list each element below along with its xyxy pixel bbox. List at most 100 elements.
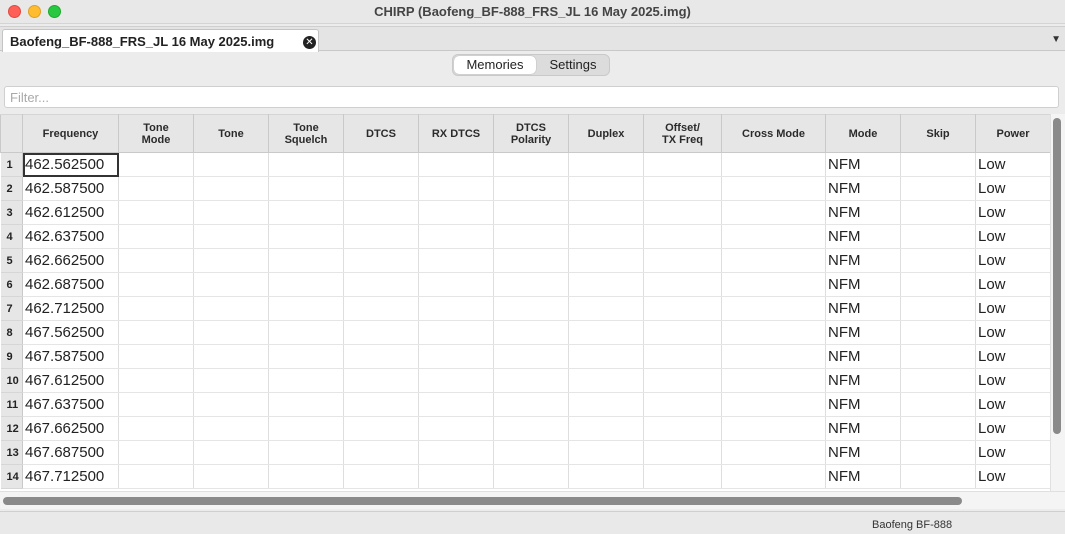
cell-tone-mode[interactable] [118,416,194,441]
cell-tone[interactable] [193,224,269,249]
cell-frequency[interactable]: 462.662500 [22,248,119,273]
cell-tone[interactable] [193,248,269,273]
row-number[interactable]: 1 [0,152,23,177]
cell-dtcs[interactable] [343,344,419,369]
table-row[interactable]: 12 467.662500 NFM Low [0,416,1050,441]
cell-tone[interactable] [193,440,269,465]
cell-mode[interactable]: NFM [825,416,901,441]
cell-tone-mode[interactable] [118,440,194,465]
cell-tone-mode[interactable] [118,176,194,201]
cell-offset[interactable] [643,440,722,465]
cell-dtcs-polarity[interactable] [493,344,569,369]
cell-tone-squelch[interactable] [268,440,344,465]
tab-memories[interactable]: Memories [454,56,536,74]
cell-tone[interactable] [193,464,269,489]
cell-frequency[interactable]: 467.637500 [22,392,119,417]
cell-frequency[interactable]: 462.562500 [22,152,119,177]
cell-skip[interactable] [900,368,976,393]
table-row[interactable]: 8 467.562500 NFM Low [0,320,1050,345]
cell-dtcs[interactable] [343,224,419,249]
cell-cross-mode[interactable] [721,392,826,417]
cell-tone-mode[interactable] [118,296,194,321]
column-header-mode[interactable]: Mode [825,114,901,153]
cell-frequency[interactable]: 467.562500 [22,320,119,345]
cell-rx-dtcs[interactable] [418,368,494,393]
cell-mode[interactable]: NFM [825,392,901,417]
cell-rx-dtcs[interactable] [418,320,494,345]
cell-duplex[interactable] [568,224,644,249]
row-number[interactable]: 3 [0,200,23,225]
column-header-dtcs[interactable]: DTCS [343,114,419,153]
cell-mode[interactable]: NFM [825,464,901,489]
cell-power[interactable]: Low [975,440,1050,465]
cell-tone-mode[interactable] [118,152,194,177]
cell-rx-dtcs[interactable] [418,296,494,321]
cell-tone-mode[interactable] [118,224,194,249]
cell-rx-dtcs[interactable] [418,272,494,297]
cell-offset[interactable] [643,392,722,417]
cell-tone-mode[interactable] [118,392,194,417]
cell-cross-mode[interactable] [721,464,826,489]
cell-dtcs-polarity[interactable] [493,392,569,417]
cell-cross-mode[interactable] [721,272,826,297]
cell-skip[interactable] [900,200,976,225]
cell-offset[interactable] [643,224,722,249]
column-header-rx-dtcs[interactable]: RX DTCS [418,114,494,153]
table-row[interactable]: 6 462.687500 NFM Low [0,272,1050,297]
cell-tone[interactable] [193,272,269,297]
cell-offset[interactable] [643,248,722,273]
cell-offset[interactable] [643,296,722,321]
cell-cross-mode[interactable] [721,224,826,249]
cell-dtcs-polarity[interactable] [493,224,569,249]
cell-mode[interactable]: NFM [825,248,901,273]
cell-duplex[interactable] [568,248,644,273]
column-header-tone-squelch[interactable]: Tone Squelch [268,114,344,153]
cell-skip[interactable] [900,248,976,273]
cell-duplex[interactable] [568,152,644,177]
cell-offset[interactable] [643,416,722,441]
cell-offset[interactable] [643,368,722,393]
column-header-tone[interactable]: Tone [193,114,269,153]
filter-input[interactable]: Filter... [4,86,1059,108]
column-header-power[interactable]: Power [975,114,1050,153]
cell-rx-dtcs[interactable] [418,440,494,465]
table-row[interactable]: 14 467.712500 NFM Low [0,464,1050,489]
cell-rx-dtcs[interactable] [418,224,494,249]
cell-duplex[interactable] [568,296,644,321]
cell-power[interactable]: Low [975,416,1050,441]
cell-tone-squelch[interactable] [268,464,344,489]
row-number[interactable]: 9 [0,344,23,369]
cell-frequency[interactable]: 467.712500 [22,464,119,489]
cell-tone-squelch[interactable] [268,248,344,273]
cell-dtcs[interactable] [343,176,419,201]
cell-power[interactable]: Low [975,176,1050,201]
cell-mode[interactable]: NFM [825,272,901,297]
cell-tone-mode[interactable] [118,320,194,345]
cell-duplex[interactable] [568,200,644,225]
table-row[interactable]: 10 467.612500 NFM Low [0,368,1050,393]
row-number[interactable]: 14 [0,464,23,489]
cell-tone-squelch[interactable] [268,296,344,321]
file-tab[interactable]: Baofeng_BF-888_FRS_JL 16 May 2025.img ✕ [2,29,319,52]
row-number[interactable]: 11 [0,392,23,417]
cell-tone-squelch[interactable] [268,416,344,441]
cell-power[interactable]: Low [975,320,1050,345]
cell-power[interactable]: Low [975,200,1050,225]
cell-mode[interactable]: NFM [825,440,901,465]
cell-dtcs-polarity[interactable] [493,320,569,345]
cell-dtcs[interactable] [343,440,419,465]
cell-mode[interactable]: NFM [825,368,901,393]
row-number[interactable]: 7 [0,296,23,321]
cell-tone-mode[interactable] [118,272,194,297]
cell-power[interactable]: Low [975,296,1050,321]
cell-frequency[interactable]: 467.662500 [22,416,119,441]
cell-rx-dtcs[interactable] [418,152,494,177]
cell-duplex[interactable] [568,392,644,417]
cell-dtcs[interactable] [343,464,419,489]
cell-mode[interactable]: NFM [825,176,901,201]
vertical-scrollbar-thumb[interactable] [1053,118,1061,434]
cell-skip[interactable] [900,320,976,345]
cell-tone-squelch[interactable] [268,152,344,177]
cell-dtcs[interactable] [343,152,419,177]
cell-tone[interactable] [193,320,269,345]
